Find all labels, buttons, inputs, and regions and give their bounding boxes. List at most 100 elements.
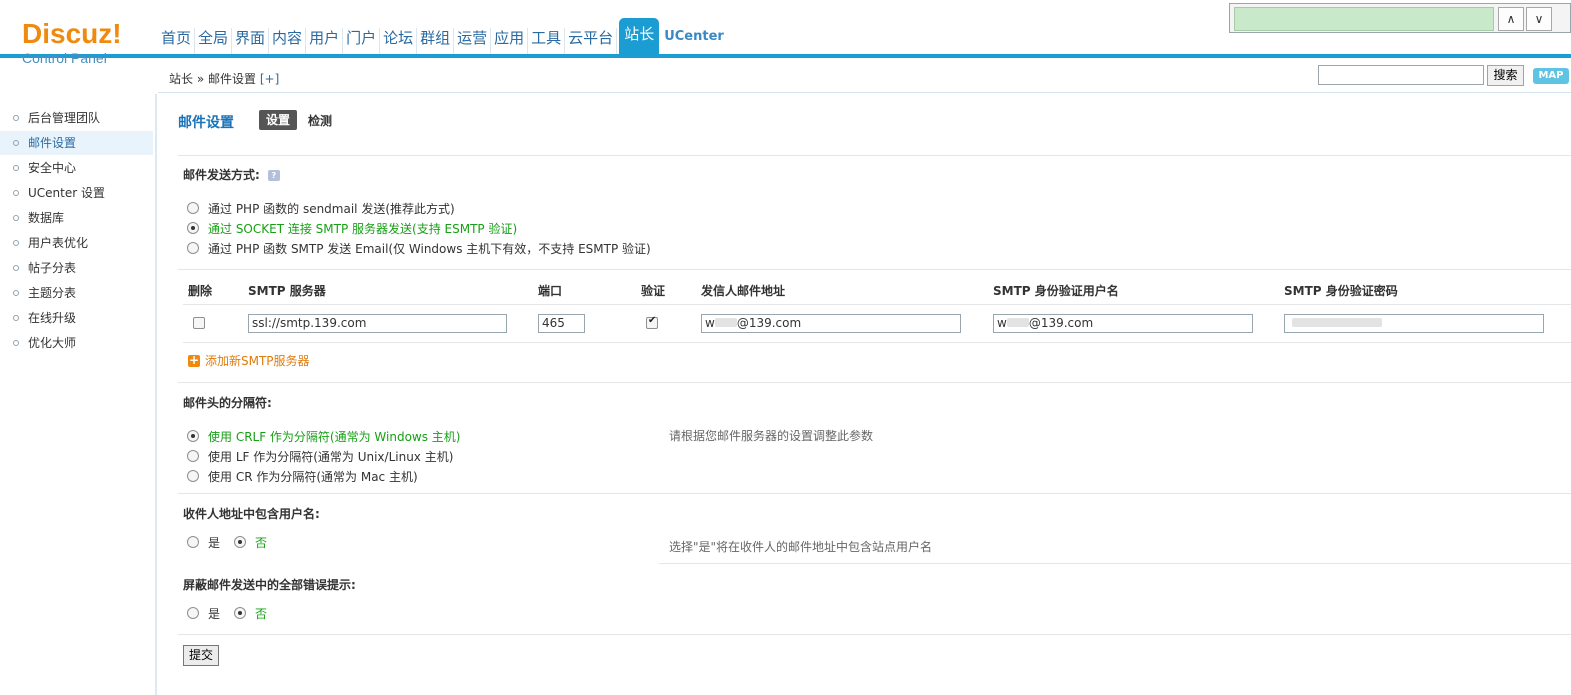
divider <box>178 155 1571 156</box>
help-icon[interactable]: ? <box>267 170 280 181</box>
radio-button[interactable] <box>187 430 199 442</box>
bullet-icon <box>13 315 19 321</box>
sidebar-item-post-split[interactable]: 帖子分表 <box>0 256 153 280</box>
main-content: 邮件设置 设置 检测 邮件发送方式:? 通过 PHP 函数的 sendmail … <box>159 94 1571 695</box>
nav-users[interactable]: 用户 <box>306 28 344 54</box>
plus-icon: + <box>188 352 200 367</box>
logo-title: Discuz! <box>22 18 122 49</box>
delete-checkbox[interactable] <box>193 317 205 329</box>
sidebar-item-security[interactable]: 安全中心 <box>0 156 153 180</box>
nav-portal[interactable]: 门户 <box>343 28 381 54</box>
header-port: 端口 <box>538 284 563 298</box>
sidebar-item-mail-settings[interactable]: 邮件设置 <box>0 131 153 155</box>
radio-button[interactable] <box>187 470 199 482</box>
breadcrumb-separator: » <box>196 72 205 86</box>
add-smtp-server-link[interactable]: + 添加新SMTP服务器 <box>188 352 310 369</box>
silence-errors-options: 是 否 <box>187 604 281 622</box>
submit-button[interactable]: 提交 <box>183 645 219 666</box>
table-row-separator <box>183 304 1571 305</box>
sidebar-item-label: 数据库 <box>28 211 65 225</box>
radio-button[interactable] <box>234 536 247 548</box>
sidebar-item-thread-split[interactable]: 主题分表 <box>0 281 153 305</box>
divider <box>178 382 1571 383</box>
auth-username-input[interactable]: w @139.com <box>993 314 1253 333</box>
breadcrumb-section[interactable]: 站长 <box>169 72 193 86</box>
bullet-icon <box>13 290 19 296</box>
sidebar-item-label: 邮件设置 <box>28 136 77 150</box>
nav-operations[interactable]: 运营 <box>454 28 492 54</box>
nav-apps[interactable]: 应用 <box>491 28 529 54</box>
search-input[interactable] <box>1318 65 1484 85</box>
silence-errors-yes[interactable]: 是 <box>187 605 220 622</box>
nav-content[interactable]: 内容 <box>269 28 307 54</box>
divider <box>178 493 1571 494</box>
bullet-icon <box>13 165 19 171</box>
divider <box>178 269 1571 270</box>
separator-option-lf[interactable]: 使用 LF 作为分隔符(通常为 Unix/Linux 主机) <box>187 447 453 465</box>
sidebar-item-upgrade[interactable]: 在线升级 <box>0 306 153 330</box>
radio-button[interactable] <box>187 450 199 462</box>
send-method-option-php-smtp[interactable]: 通过 PHP 函数 SMTP 发送 Email(仅 Windows 主机下有效，… <box>187 239 651 257</box>
nav-groups[interactable]: 群组 <box>417 28 455 54</box>
sidebar-item-label: 优化大师 <box>28 336 77 350</box>
bullet-icon <box>13 215 19 221</box>
separator-option-crlf[interactable]: 使用 CRLF 作为分隔符(通常为 Windows 主机) <box>187 427 461 445</box>
sidebar-item-label: 帖子分表 <box>28 261 77 275</box>
nav-webmaster[interactable]: 站长 <box>619 18 660 54</box>
silence-errors-no[interactable]: 否 <box>234 605 267 622</box>
radio-button[interactable] <box>187 202 199 214</box>
search-button[interactable]: 搜索 <box>1487 65 1524 86</box>
nav-forum[interactable]: 论坛 <box>380 28 418 54</box>
option-label: 通过 SOCKET 连接 SMTP 服务器发送(支持 ESMTP 验证) <box>208 221 518 236</box>
tab-detect[interactable]: 检测 <box>308 112 332 129</box>
option-label: 使用 CR 作为分隔符(通常为 Mac 主机) <box>208 469 418 484</box>
map-button[interactable]: MAP <box>1533 68 1569 84</box>
send-method-option-sendmail[interactable]: 通过 PHP 函数的 sendmail 发送(推荐此方式) <box>187 199 455 217</box>
sidebar-item-admin-team[interactable]: 后台管理团队 <box>0 106 153 130</box>
include-username-yes[interactable]: 是 <box>187 534 220 551</box>
find-prev-button[interactable]: ∧ <box>1498 7 1524 31</box>
header-auth-username: SMTP 身份验证用户名 <box>993 284 1119 298</box>
sidebar-item-optimizer[interactable]: 优化大师 <box>0 331 153 355</box>
option-label: 否 <box>255 606 268 621</box>
nav-tools[interactable]: 工具 <box>528 28 566 54</box>
table-row-separator <box>183 342 1571 343</box>
find-next-button[interactable]: ∨ <box>1526 7 1552 31</box>
include-username-tip: 选择"是"将在收件人的邮件地址中包含站点用户名 <box>669 540 933 554</box>
smtp-port-input[interactable]: 465 <box>538 314 585 333</box>
radio-button[interactable] <box>187 536 199 548</box>
nav-global[interactable]: 全局 <box>195 28 233 54</box>
option-label: 使用 LF 作为分隔符(通常为 Unix/Linux 主机) <box>208 449 454 464</box>
radio-button[interactable] <box>187 242 199 254</box>
bullet-icon <box>13 140 19 146</box>
separator-option-cr[interactable]: 使用 CR 作为分隔符(通常为 Mac 主机) <box>187 467 418 485</box>
header-from-address: 发信人邮件地址 <box>701 284 786 298</box>
from-address-input[interactable]: w @139.com <box>701 314 961 333</box>
nav-style[interactable]: 界面 <box>232 28 270 54</box>
tab-settings[interactable]: 设置 <box>259 110 298 130</box>
nav-cloud[interactable]: 云平台 <box>565 28 618 54</box>
include-username-no[interactable]: 否 <box>234 534 267 551</box>
input-text: @139.com <box>736 316 802 330</box>
nav-ucenter[interactable]: UCenter <box>661 27 727 54</box>
logo[interactable]: Discuz! Control Panel <box>22 18 132 67</box>
radio-button[interactable] <box>187 222 199 234</box>
smtp-server-input[interactable]: ssl://smtp.139.com <box>248 314 507 333</box>
auth-password-input[interactable] <box>1284 314 1544 333</box>
divider <box>178 634 1571 635</box>
bullet-icon <box>13 240 19 246</box>
radio-button[interactable] <box>187 607 199 619</box>
sidebar-item-database[interactable]: 数据库 <box>0 206 153 230</box>
find-input[interactable] <box>1234 7 1494 31</box>
sidebar-item-ucenter[interactable]: UCenter 设置 <box>0 181 153 205</box>
bullet-icon <box>13 340 19 346</box>
radio-button[interactable] <box>234 607 247 619</box>
auth-checkbox[interactable] <box>646 315 658 329</box>
sidebar-item-user-table[interactable]: 用户表优化 <box>0 231 153 255</box>
send-method-option-socket[interactable]: 通过 SOCKET 连接 SMTP 服务器发送(支持 ESMTP 验证) <box>187 219 517 237</box>
header-auth-password: SMTP 身份验证密码 <box>1284 284 1398 298</box>
redacted-mark <box>1006 318 1029 327</box>
include-username-title: 收件人地址中包含用户名: <box>183 507 320 521</box>
add-shortcut-link[interactable]: [+] <box>260 72 279 86</box>
nav-home[interactable]: 首页 <box>158 28 196 54</box>
